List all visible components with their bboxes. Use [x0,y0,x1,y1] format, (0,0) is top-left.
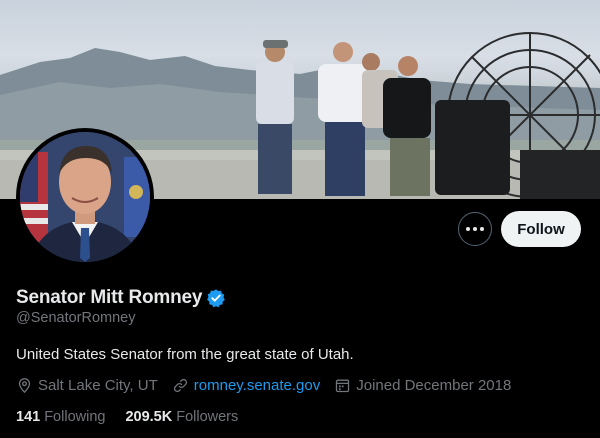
website-item[interactable]: romney.senate.gov [172,377,320,394]
followers-stat[interactable]: 209.5K Followers [125,409,238,425]
avatar-photo [20,132,150,262]
following-stat[interactable]: 141 Following [16,409,105,425]
location-text: Salt Lake City, UT [38,377,158,394]
joined-text: Joined December 2018 [356,377,512,394]
following-count: 141 [16,409,41,425]
follow-button[interactable]: Follow [501,211,581,247]
following-label: Following [44,409,106,425]
profile-bio: United States Senator from the great sta… [16,346,354,363]
link-icon [173,378,187,393]
profile-stats: 141 Following 209.5K Followers [16,409,258,425]
location-item: Salt Lake City, UT [16,377,158,394]
profile-handle: @SenatorRomney [16,310,136,326]
more-options-icon [466,227,484,231]
avatar[interactable] [16,128,154,266]
followers-count: 209.5K [125,409,173,425]
display-name: Senator Mitt Romney [16,287,203,308]
joined-item: Joined December 2018 [334,377,511,394]
calendar-icon [336,379,350,393]
location-pin-icon [18,378,31,394]
more-options-button[interactable] [458,212,492,246]
verified-badge-icon[interactable] [206,288,226,308]
name-row: Senator Mitt Romney [16,287,226,309]
followers-label: Followers [176,409,239,425]
profile-meta: Salt Lake City, UT romney.senate.gov Joi… [16,377,525,394]
website-link[interactable]: romney.senate.gov [194,377,320,394]
